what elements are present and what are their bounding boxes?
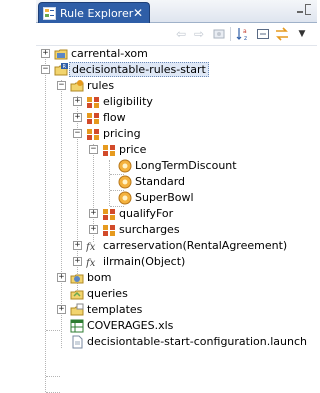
action-rule-icon <box>118 191 132 205</box>
expand-icon[interactable]: + <box>73 241 82 250</box>
svg-text:fx: fx <box>86 242 96 253</box>
tree-item-label: LongTermDiscount <box>135 159 237 172</box>
tree-item-rules[interactable]: − rules <box>36 78 317 95</box>
rule-explorer-view: Rule Explorer ✕ ⇦ ⇨ a z ▼ + carrental-xo… <box>36 0 317 393</box>
tree-item-surcharges[interactable]: + surcharges <box>36 222 317 239</box>
view-toolbar: ⇦ ⇨ a z ▼ <box>36 23 317 46</box>
rule-package-icon <box>87 113 99 124</box>
expand-icon[interactable]: + <box>73 97 82 106</box>
tree-item-standard[interactable]: Standard <box>36 174 317 191</box>
tree-item-label: price <box>119 143 147 156</box>
tree-item-project[interactable]: − R decisiontable-rules-start <box>36 62 317 79</box>
tree-item-label: carrental-xom <box>71 47 148 60</box>
link-with-editor-icon[interactable] <box>274 26 290 42</box>
tree-item-carreservation[interactable]: + fx carreservation(RentalAgreement) <box>36 238 317 255</box>
back-button[interactable]: ⇦ <box>174 26 188 42</box>
svg-text:a: a <box>243 28 247 35</box>
collapse-icon[interactable]: − <box>89 145 98 154</box>
tree-item-flow[interactable]: + flow <box>36 110 317 127</box>
tree-item-label: flow <box>103 111 126 124</box>
tree-item-ilrmain[interactable]: + fx ilrmain(Object) <box>36 254 317 271</box>
collapse-icon[interactable]: − <box>73 129 82 138</box>
expand-icon[interactable]: + <box>41 49 50 58</box>
minimize-icon[interactable] <box>297 11 304 13</box>
tree-item-carrental-xom[interactable]: + carrental-xom <box>36 46 317 63</box>
rule-package-icon <box>103 145 115 156</box>
collapse-icon[interactable]: − <box>57 81 66 90</box>
tree-item-long-term-discount[interactable]: LongTermDiscount <box>36 158 317 175</box>
tree-item-label: bom <box>87 271 112 284</box>
view-window-controls <box>297 4 311 16</box>
tree-item-label: ilrmain(Object) <box>103 255 186 268</box>
tree-item-queries[interactable]: queries <box>36 286 317 303</box>
tree-item-label: carreservation(RentalAgreement) <box>103 239 288 252</box>
rule-package-icon <box>103 209 115 220</box>
tree-item-qualify-for[interactable]: + qualifyFor <box>36 206 317 223</box>
tree-item-label: COVERAGES.xls <box>87 319 174 332</box>
function-icon: fx <box>86 242 96 253</box>
excel-file-icon <box>70 319 84 333</box>
tree-item-label: queries <box>87 287 128 300</box>
rule-package-icon <box>103 225 115 236</box>
file-icon <box>72 335 83 349</box>
queries-folder-icon <box>70 290 84 300</box>
tab-label: Rule Explorer <box>60 6 134 20</box>
tree-item-price[interactable]: − price <box>36 142 317 159</box>
collapse-icon[interactable]: − <box>41 65 50 74</box>
maximize-icon[interactable] <box>305 4 311 15</box>
tree-item-bom[interactable]: + bom <box>36 270 317 287</box>
action-rule-icon <box>118 159 132 173</box>
expand-icon[interactable]: + <box>89 225 98 234</box>
expand-icon[interactable]: + <box>57 273 66 282</box>
rule-project-icon: R <box>54 63 68 76</box>
home-icon[interactable] <box>212 26 226 42</box>
tree-item-label: qualifyFor <box>119 207 174 220</box>
tab-rule-explorer[interactable]: Rule Explorer ✕ <box>38 2 150 23</box>
expand-icon[interactable]: + <box>73 257 82 266</box>
rule-package-icon <box>87 129 99 140</box>
tree-item-label: surcharges <box>119 223 180 236</box>
expand-icon[interactable]: + <box>57 305 66 314</box>
tree-item-superbowl[interactable]: SuperBowl <box>36 190 317 207</box>
tree-item-label: eligibility <box>103 95 153 108</box>
expand-icon[interactable]: + <box>89 209 98 218</box>
rule-explorer-icon <box>43 6 56 20</box>
svg-text:z: z <box>244 35 247 42</box>
bom-folder-icon <box>70 274 84 284</box>
sort-alphabetically-icon[interactable]: a z <box>236 26 252 42</box>
tree-item-eligibility[interactable]: + eligibility <box>36 94 317 111</box>
tree-item-label: rules <box>87 79 115 92</box>
close-icon[interactable]: ✕ <box>133 6 143 20</box>
tree-item-label: SuperBowl <box>135 191 194 204</box>
rule-package-icon <box>87 97 99 108</box>
tree-item-templates[interactable]: + templates <box>36 302 317 319</box>
tree-item-label: templates <box>87 303 143 316</box>
tree-item-label: Standard <box>135 175 186 188</box>
tree-item-coverages-xls[interactable]: COVERAGES.xls <box>36 318 317 335</box>
tree-item-label: decisiontable-start-configuration.launch <box>87 335 307 348</box>
forward-button[interactable]: ⇨ <box>192 26 206 42</box>
expand-icon[interactable]: + <box>73 113 82 122</box>
tree-item-label: decisiontable-rules-start <box>69 62 209 77</box>
toolbar-separator <box>230 27 231 41</box>
tree-item-label: pricing <box>103 127 141 140</box>
svg-text:R: R <box>63 64 67 70</box>
tree-item-pricing[interactable]: − pricing <box>36 126 317 143</box>
function-icon: fx <box>86 258 96 269</box>
collapse-all-icon[interactable] <box>256 26 270 42</box>
view-title-bar: Rule Explorer ✕ <box>36 0 317 23</box>
rules-folder-icon <box>70 80 84 92</box>
svg-text:fx: fx <box>86 258 96 269</box>
java-project-icon <box>54 49 68 60</box>
view-menu-icon[interactable]: ▼ <box>296 26 308 42</box>
tree-item-launch-config[interactable]: decisiontable-start-configuration.launch <box>36 334 317 351</box>
templates-folder-icon <box>70 303 84 316</box>
action-rule-icon <box>118 175 132 189</box>
